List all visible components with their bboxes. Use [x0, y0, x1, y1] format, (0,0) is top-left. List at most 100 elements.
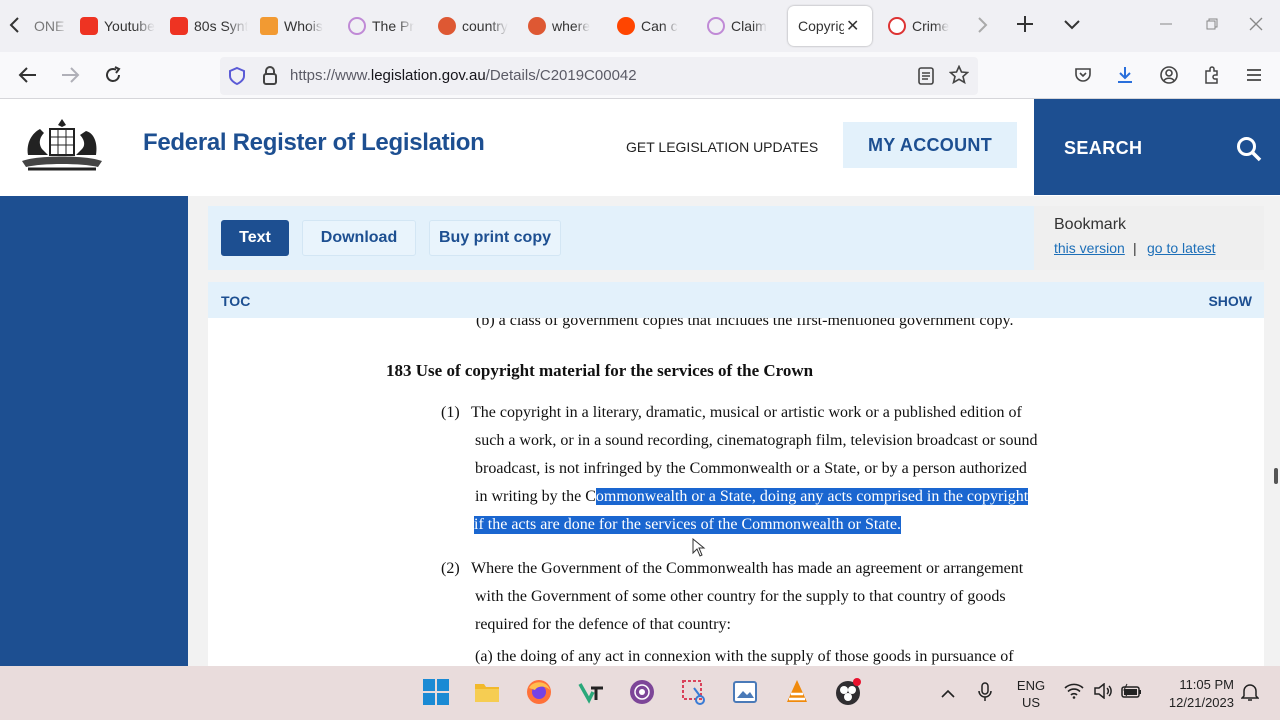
star-bookmark-icon[interactable]	[948, 64, 970, 90]
bookmark-title: Bookmark	[1054, 216, 1127, 233]
lock-icon[interactable]	[262, 66, 278, 91]
youtube-icon	[170, 17, 188, 35]
address-bar[interactable]: https://www.legislation.gov.au/Details/C…	[220, 57, 978, 95]
browser-tab[interactable]: 80s Synth	[170, 6, 248, 46]
browser-tab[interactable]: Whois	[260, 6, 338, 46]
browser-tab-active[interactable]: Copyrig ✕	[788, 6, 872, 46]
microphone-icon[interactable]	[978, 682, 992, 707]
downloads-icon[interactable]	[1116, 65, 1134, 90]
new-tab-icon[interactable]	[1015, 14, 1035, 38]
browser-tab[interactable]: ONE	[34, 6, 68, 46]
this-version-link[interactable]: this version	[1054, 240, 1125, 256]
windows-taskbar: ENG US 11:05 PM 12/21/2023	[0, 666, 1280, 720]
legislation-document: (b) a class of government copies that in…	[208, 318, 1264, 666]
unselected-text: in writing by the C	[475, 488, 596, 505]
paragraph-fragment: (b) a class of government copies that in…	[476, 318, 1014, 329]
mouse-cursor-icon	[692, 537, 706, 563]
subsection-number: (1)	[441, 404, 460, 421]
subsection-line: broadcast, is not infringed by the Commo…	[475, 460, 1027, 477]
coat-of-arms-logo[interactable]	[18, 115, 106, 177]
text-tab-button[interactable]: Text	[221, 220, 289, 256]
clock-time: 11:05 PM	[1179, 677, 1234, 692]
claude-icon	[707, 17, 725, 35]
subsection-line: with the Government of some other countr…	[475, 588, 1006, 605]
url-text[interactable]: https://www.legislation.gov.au/Details/C…	[290, 67, 637, 84]
clock[interactable]: 11:05 PM 12/21/2023	[1156, 676, 1234, 712]
browser-tab[interactable]: Crime	[888, 6, 964, 46]
notification-bell-icon[interactable]	[1240, 682, 1260, 707]
menu-icon[interactable]	[1245, 67, 1263, 88]
get-legislation-updates-link[interactable]: GET LEGISLATION UPDATES	[626, 139, 818, 155]
pocket-icon[interactable]	[1074, 66, 1092, 89]
list-all-tabs-icon[interactable]	[1063, 16, 1081, 36]
selected-text: ommonwealth or a State, doing any acts c…	[595, 488, 1029, 505]
language-indicator[interactable]: ENG US	[1016, 677, 1046, 711]
search-button[interactable]: SEARCH	[1034, 99, 1280, 195]
browser-tab[interactable]: Can c	[617, 6, 695, 46]
wifi-icon[interactable]	[1064, 683, 1084, 704]
browser-tab[interactable]: Claim	[707, 6, 785, 46]
reddit-icon	[617, 17, 635, 35]
tab-label: Claim	[731, 18, 767, 34]
toc-show-button[interactable]: SHOW	[1208, 293, 1252, 309]
reader-view-icon[interactable]	[918, 67, 934, 90]
minimize-icon[interactable]	[1158, 16, 1174, 36]
file-explorer-icon[interactable]	[473, 678, 501, 706]
duckduckgo-icon	[438, 17, 456, 35]
tab-label: Whois	[284, 18, 323, 34]
browser-tab[interactable]: where	[528, 6, 606, 46]
toc-label[interactable]: TOC	[221, 293, 250, 309]
tab-scroll-left-icon[interactable]	[8, 16, 22, 38]
restore-icon[interactable]	[1204, 16, 1220, 36]
url-path: /Details/C2019C00042	[485, 67, 637, 84]
nsw-icon	[888, 17, 906, 35]
browser-tab[interactable]: The Pr	[348, 6, 426, 46]
search-label: SEARCH	[1064, 138, 1143, 158]
volume-icon[interactable]	[1093, 682, 1113, 704]
extensions-icon[interactable]	[1202, 65, 1222, 90]
account-icon[interactable]	[1159, 65, 1179, 90]
tab-label: Youtube	[104, 18, 155, 34]
toc-bar[interactable]: TOC SHOW	[208, 282, 1264, 318]
duckduckgo-icon	[528, 17, 546, 35]
my-account-button[interactable]: MY ACCOUNT	[843, 122, 1017, 168]
firefox-icon[interactable]	[525, 678, 553, 706]
browser-tab[interactable]: Youtube	[80, 6, 158, 46]
site-title[interactable]: Federal Register of Legislation	[143, 129, 485, 157]
tor-browser-icon[interactable]	[628, 678, 656, 706]
snipping-tool-icon[interactable]	[680, 678, 708, 706]
url-domain: legislation.gov.au	[370, 67, 486, 84]
language-code: ENG	[1016, 678, 1046, 693]
tab-label: Crime	[912, 18, 950, 34]
battery-icon[interactable]	[1121, 683, 1143, 704]
tab-label: Can c	[641, 18, 678, 34]
subsection-line: required for the defence of that country…	[475, 616, 731, 633]
browser-tab[interactable]: country	[438, 6, 516, 46]
selected-text: if the acts are done for the services of…	[474, 516, 901, 534]
bookmark-panel: Bookmark this version | go to latest	[1034, 206, 1264, 270]
reload-icon[interactable]	[103, 65, 123, 89]
subsection-line: Where the Government of the Commonwealth…	[471, 560, 1024, 577]
tab-label: Copyrig	[798, 18, 844, 34]
browser-nav-bar: https://www.legislation.gov.au/Details/C…	[0, 52, 1280, 99]
subsection-line: such a work, or in a sound recording, ci…	[475, 432, 1038, 449]
forward-icon[interactable]	[60, 66, 80, 88]
buy-print-copy-button[interactable]: Buy print copy	[429, 220, 561, 256]
section-heading: 183 Use of copyright material for the se…	[386, 361, 814, 380]
vpn-app-icon[interactable]	[577, 678, 605, 706]
page-scrollbar-thumb[interactable]	[1274, 468, 1278, 484]
windows-start-icon[interactable]	[422, 678, 450, 706]
tab-scroll-right-icon[interactable]	[975, 16, 989, 38]
subsection-line: The copyright in a literary, dramatic, m…	[471, 404, 1022, 421]
show-hidden-icons-icon[interactable]	[941, 686, 955, 704]
vlc-icon[interactable]	[783, 678, 811, 706]
go-to-latest-link[interactable]: go to latest	[1147, 240, 1216, 256]
download-button[interactable]: Download	[302, 220, 416, 256]
close-tab-icon[interactable]: ✕	[846, 16, 859, 36]
image-viewer-icon[interactable]	[731, 678, 759, 706]
close-window-icon[interactable]	[1248, 16, 1264, 36]
tracking-shield-icon[interactable]	[228, 66, 246, 91]
back-icon[interactable]	[18, 66, 38, 88]
obs-icon[interactable]	[834, 678, 862, 706]
search-icon	[1236, 136, 1262, 167]
